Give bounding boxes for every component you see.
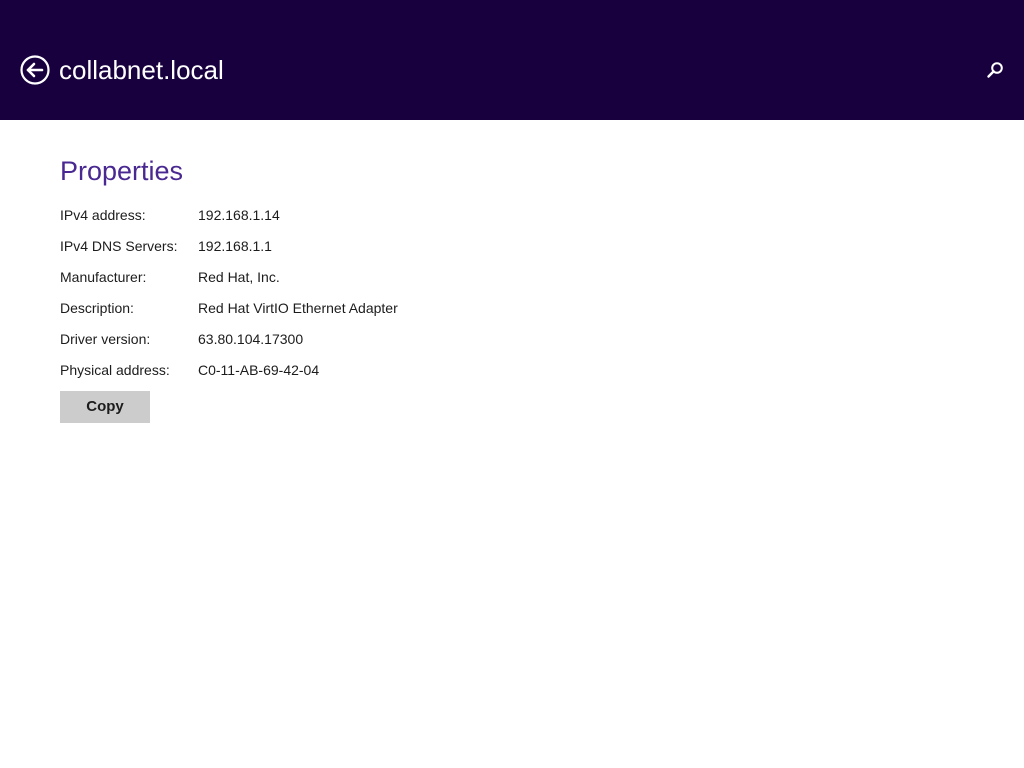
page-title: collabnet.local [59,55,224,85]
property-value: 192.168.1.1 [198,238,272,254]
property-row-physical-address: Physical address: C0-11-AB-69-42-04 [60,359,660,390]
section-heading: Properties [60,156,184,186]
property-label: IPv4 address: [60,207,146,223]
property-value: C0-11-AB-69-42-04 [198,362,320,378]
property-value: 63.80.104.17300 [198,331,304,347]
app-header: collabnet.local [0,0,1024,120]
back-button[interactable] [20,55,50,85]
property-label: Driver version: [60,331,151,347]
properties-list: IPv4 address: 192.168.1.14 IPv4 DNS Serv… [60,204,660,390]
search-icon [987,62,1003,78]
property-value: 192.168.1.14 [198,207,280,223]
property-value: Red Hat VirtIO Ethernet Adapter [198,300,398,316]
back-arrow-circle-icon [20,55,50,85]
property-label: Description: [60,300,134,316]
property-label: IPv4 DNS Servers: [60,238,178,254]
property-value: Red Hat, Inc. [198,269,280,285]
property-row-driver-version: Driver version: 63.80.104.17300 [60,328,660,359]
property-row-description: Description: Red Hat VirtIO Ethernet Ada… [60,297,660,328]
property-label: Manufacturer: [60,269,147,285]
search-button[interactable] [985,60,1005,80]
property-row-ipv4-address: IPv4 address: 192.168.1.14 [60,204,660,235]
copy-button[interactable]: Copy [60,391,150,423]
property-row-ipv4-dns-servers: IPv4 DNS Servers: 192.168.1.1 [60,235,660,266]
property-row-manufacturer: Manufacturer: Red Hat, Inc. [60,266,660,297]
property-label: Physical address: [60,362,170,378]
